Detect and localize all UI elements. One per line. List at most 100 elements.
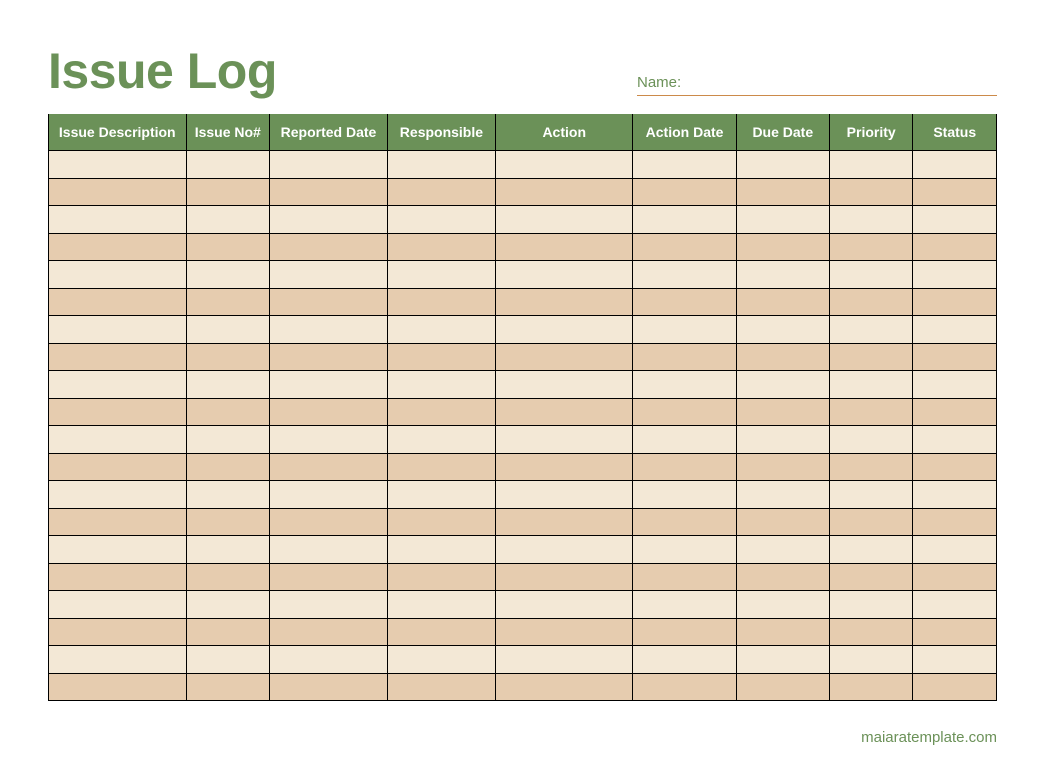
table-cell[interactable] xyxy=(829,371,913,399)
table-cell[interactable] xyxy=(270,371,388,399)
name-input[interactable] xyxy=(689,74,997,91)
table-cell[interactable] xyxy=(387,288,495,316)
table-cell[interactable] xyxy=(913,343,997,371)
table-cell[interactable] xyxy=(829,646,913,674)
table-cell[interactable] xyxy=(186,646,270,674)
table-cell[interactable] xyxy=(495,316,633,344)
table-cell[interactable] xyxy=(49,371,187,399)
table-cell[interactable] xyxy=(387,371,495,399)
table-cell[interactable] xyxy=(913,261,997,289)
table-cell[interactable] xyxy=(49,151,187,179)
table-cell[interactable] xyxy=(633,508,736,536)
table-cell[interactable] xyxy=(736,618,829,646)
table-cell[interactable] xyxy=(736,178,829,206)
table-cell[interactable] xyxy=(913,453,997,481)
table-cell[interactable] xyxy=(633,398,736,426)
table-cell[interactable] xyxy=(49,206,187,234)
table-cell[interactable] xyxy=(495,398,633,426)
table-cell[interactable] xyxy=(186,233,270,261)
table-cell[interactable] xyxy=(495,288,633,316)
table-cell[interactable] xyxy=(495,481,633,509)
table-cell[interactable] xyxy=(913,508,997,536)
table-cell[interactable] xyxy=(495,261,633,289)
table-cell[interactable] xyxy=(270,508,388,536)
table-cell[interactable] xyxy=(387,316,495,344)
table-cell[interactable] xyxy=(270,673,388,701)
table-cell[interactable] xyxy=(736,591,829,619)
table-cell[interactable] xyxy=(736,536,829,564)
table-cell[interactable] xyxy=(633,673,736,701)
table-cell[interactable] xyxy=(633,233,736,261)
table-cell[interactable] xyxy=(829,673,913,701)
table-cell[interactable] xyxy=(736,151,829,179)
table-cell[interactable] xyxy=(186,508,270,536)
table-cell[interactable] xyxy=(387,151,495,179)
table-cell[interactable] xyxy=(633,591,736,619)
table-cell[interactable] xyxy=(913,233,997,261)
table-cell[interactable] xyxy=(387,261,495,289)
table-cell[interactable] xyxy=(186,618,270,646)
table-cell[interactable] xyxy=(49,178,187,206)
table-cell[interactable] xyxy=(829,618,913,646)
table-cell[interactable] xyxy=(387,591,495,619)
table-cell[interactable] xyxy=(495,673,633,701)
table-cell[interactable] xyxy=(829,398,913,426)
table-cell[interactable] xyxy=(186,288,270,316)
table-cell[interactable] xyxy=(829,453,913,481)
table-cell[interactable] xyxy=(633,316,736,344)
table-cell[interactable] xyxy=(186,591,270,619)
table-cell[interactable] xyxy=(495,178,633,206)
table-cell[interactable] xyxy=(186,398,270,426)
table-cell[interactable] xyxy=(49,618,187,646)
table-cell[interactable] xyxy=(913,673,997,701)
table-cell[interactable] xyxy=(633,481,736,509)
table-cell[interactable] xyxy=(633,178,736,206)
table-cell[interactable] xyxy=(186,536,270,564)
table-cell[interactable] xyxy=(633,206,736,234)
table-cell[interactable] xyxy=(186,371,270,399)
table-cell[interactable] xyxy=(270,481,388,509)
table-cell[interactable] xyxy=(186,316,270,344)
table-cell[interactable] xyxy=(633,371,736,399)
table-cell[interactable] xyxy=(186,426,270,454)
table-cell[interactable] xyxy=(736,481,829,509)
table-cell[interactable] xyxy=(270,563,388,591)
table-cell[interactable] xyxy=(49,453,187,481)
table-cell[interactable] xyxy=(186,151,270,179)
table-cell[interactable] xyxy=(736,398,829,426)
table-cell[interactable] xyxy=(387,481,495,509)
table-cell[interactable] xyxy=(736,261,829,289)
table-cell[interactable] xyxy=(633,536,736,564)
table-cell[interactable] xyxy=(387,398,495,426)
table-cell[interactable] xyxy=(829,343,913,371)
table-cell[interactable] xyxy=(270,288,388,316)
table-cell[interactable] xyxy=(913,151,997,179)
table-cell[interactable] xyxy=(736,288,829,316)
table-cell[interactable] xyxy=(633,646,736,674)
table-cell[interactable] xyxy=(829,151,913,179)
table-cell[interactable] xyxy=(633,261,736,289)
table-cell[interactable] xyxy=(495,233,633,261)
table-cell[interactable] xyxy=(829,591,913,619)
table-cell[interactable] xyxy=(270,646,388,674)
table-cell[interactable] xyxy=(270,233,388,261)
table-cell[interactable] xyxy=(270,206,388,234)
table-cell[interactable] xyxy=(270,261,388,289)
table-cell[interactable] xyxy=(829,536,913,564)
table-cell[interactable] xyxy=(495,206,633,234)
table-cell[interactable] xyxy=(49,316,187,344)
table-cell[interactable] xyxy=(495,618,633,646)
table-cell[interactable] xyxy=(495,151,633,179)
table-cell[interactable] xyxy=(633,563,736,591)
table-cell[interactable] xyxy=(270,426,388,454)
table-cell[interactable] xyxy=(829,233,913,261)
table-cell[interactable] xyxy=(270,398,388,426)
table-cell[interactable] xyxy=(270,316,388,344)
table-cell[interactable] xyxy=(495,591,633,619)
table-cell[interactable] xyxy=(270,151,388,179)
table-cell[interactable] xyxy=(387,563,495,591)
table-cell[interactable] xyxy=(49,646,187,674)
table-cell[interactable] xyxy=(829,261,913,289)
table-cell[interactable] xyxy=(913,481,997,509)
table-cell[interactable] xyxy=(270,536,388,564)
